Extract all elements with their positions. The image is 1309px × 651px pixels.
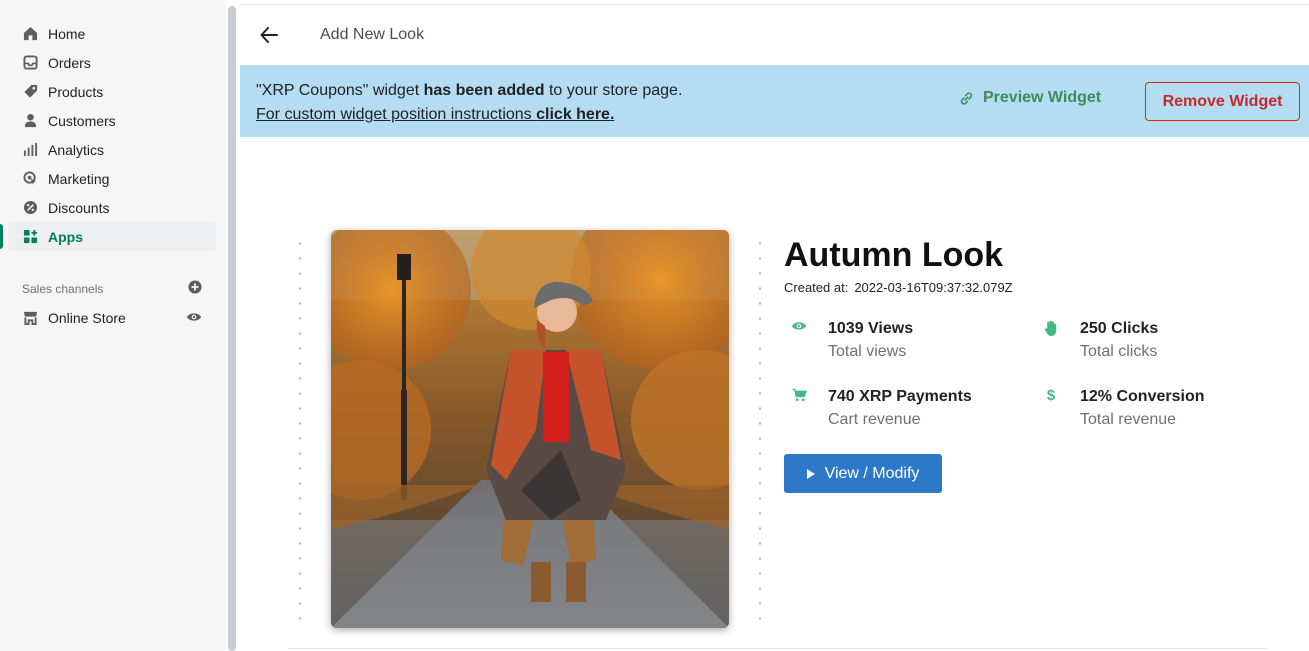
- dotted-pattern-right: [750, 236, 774, 626]
- sidebar-item-label: Online Store: [48, 309, 126, 326]
- target-icon: [22, 171, 38, 187]
- sidebar-nav: Home Orders Products Customers Analytics: [0, 19, 216, 251]
- stat-label: Total revenue: [1080, 411, 1177, 428]
- home-icon: [22, 26, 38, 42]
- sidebar: Home Orders Products Customers Analytics: [0, 0, 226, 651]
- stat-value: 12% Conversion: [1080, 388, 1205, 405]
- sidebar-scrollbar[interactable]: [228, 6, 236, 651]
- sidebar-item-label: Orders: [48, 54, 91, 71]
- inbox-icon: [22, 55, 38, 71]
- created-at-label: Created at:: [784, 280, 849, 295]
- bar-chart-icon: [22, 142, 38, 158]
- page-title: Add New Look: [320, 26, 425, 43]
- tag-icon: [22, 84, 38, 100]
- sidebar-item-customers[interactable]: Customers: [8, 106, 216, 135]
- remove-widget-button[interactable]: Remove Widget: [1145, 82, 1300, 121]
- online-store-link[interactable]: Online Store: [22, 310, 126, 326]
- cart-icon: [788, 386, 810, 432]
- view-modify-button[interactable]: View / Modify: [784, 454, 942, 493]
- created-at-value: 2022-03-16T09:37:32.079Z: [854, 280, 1013, 295]
- sidebar-item-label: Analytics: [48, 141, 105, 158]
- play-icon: [806, 468, 815, 479]
- look-image[interactable]: [331, 230, 729, 628]
- sidebar-item-apps[interactable]: Apps: [0, 222, 216, 251]
- sidebar-item-label: Customers: [48, 112, 116, 129]
- preview-widget-label: Preview Widget: [983, 89, 1102, 106]
- hand-icon: [1040, 318, 1062, 364]
- online-store-row: Online Store: [8, 303, 216, 332]
- widget-added-banner: "XRP Coupons" widget has been added to y…: [240, 65, 1309, 137]
- discount-icon: [22, 200, 38, 216]
- banner-bold: has been added: [423, 82, 545, 99]
- arrow-left-icon: [260, 27, 278, 43]
- sales-channels-heading: Sales channels: [22, 280, 202, 297]
- stat-conversion: $ 12% Conversion Total revenue: [1040, 386, 1205, 432]
- sidebar-item-orders[interactable]: Orders: [8, 48, 216, 77]
- store-icon: [22, 310, 38, 326]
- banner-suffix: to your store page.: [544, 82, 683, 99]
- stat-value: 250 Clicks: [1080, 320, 1159, 337]
- sidebar-item-analytics[interactable]: Analytics: [8, 135, 216, 164]
- stat-payments: 740 XRP Payments Cart revenue: [788, 386, 972, 432]
- eye-icon[interactable]: [186, 310, 202, 326]
- link-icon: [960, 91, 973, 105]
- sidebar-item-discounts[interactable]: Discounts: [8, 193, 216, 222]
- look-title: Autumn Look: [784, 236, 1004, 274]
- instructions-link[interactable]: For custom widget position instructions …: [256, 106, 614, 123]
- sidebar-item-products[interactable]: Products: [8, 77, 216, 106]
- stat-label: Total clicks: [1080, 343, 1158, 360]
- sidebar-item-home[interactable]: Home: [8, 19, 216, 48]
- sales-channels-label: Sales channels: [22, 281, 104, 296]
- sidebar-item-online-store[interactable]: Online Store: [8, 303, 216, 332]
- back-button[interactable]: [258, 24, 280, 46]
- apps-icon: [22, 229, 38, 245]
- preview-widget-button[interactable]: Preview Widget: [958, 89, 1101, 107]
- sidebar-item-label: Discounts: [48, 199, 110, 216]
- sidebar-item-label: Marketing: [48, 170, 110, 187]
- instructions-link-text: For custom widget position instructions: [256, 106, 537, 123]
- created-at: Created at: 2022-03-16T09:37:32.079Z: [784, 280, 1013, 295]
- eye-icon: [788, 318, 810, 364]
- dollar-icon: $: [1046, 387, 1056, 404]
- banner-prefix: "XRP Coupons" widget: [256, 82, 424, 99]
- content-divider: [288, 648, 1268, 649]
- sidebar-item-label: Home: [48, 25, 86, 42]
- stat-clicks: 250 Clicks Total clicks: [1040, 318, 1158, 364]
- add-channel-icon[interactable]: [188, 280, 202, 297]
- autumn-woman-photo: [331, 230, 729, 628]
- stat-value: 740 XRP Payments: [828, 388, 972, 405]
- stat-value: 1039 Views: [828, 320, 914, 337]
- dotted-pattern-left: [290, 236, 314, 626]
- stat-label: Cart revenue: [828, 411, 921, 428]
- view-modify-label: View / Modify: [824, 464, 920, 482]
- sidebar-item-marketing[interactable]: Marketing: [8, 164, 216, 193]
- click-here-text: click here.: [536, 106, 615, 123]
- sidebar-item-label: Apps: [48, 228, 83, 245]
- person-icon: [22, 113, 38, 129]
- stat-views: 1039 Views Total views: [788, 318, 913, 364]
- stat-label: Total views: [828, 343, 907, 360]
- banner-message: "XRP Coupons" widget has been added to y…: [256, 79, 682, 127]
- sidebar-item-label: Products: [48, 83, 104, 100]
- page-header: Add New Look: [240, 5, 1309, 65]
